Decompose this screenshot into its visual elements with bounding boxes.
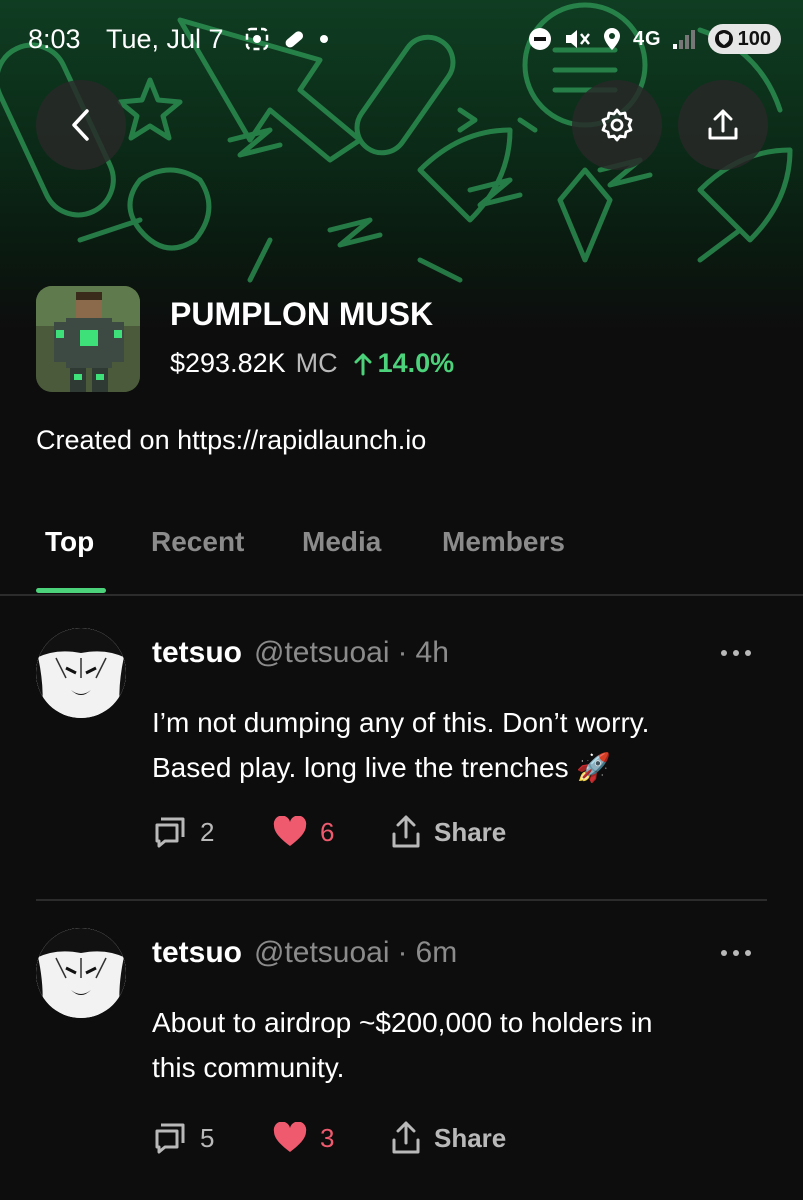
community-name: PUMPLON MUSK	[170, 296, 434, 332]
post-separator: ·	[397, 636, 408, 669]
status-time: 8:03	[28, 24, 81, 54]
post-author-name[interactable]: tetsuo	[152, 936, 242, 970]
share-icon	[392, 815, 420, 848]
share-label: Share	[434, 1122, 507, 1153]
market-cap-label: MC	[295, 348, 338, 378]
reply-count: 5	[200, 1122, 215, 1153]
status-date: Tue, Jul 7	[106, 24, 224, 54]
post-text: About to airdrop ~$200,000 to holders in…	[152, 1000, 752, 1090]
market-cap-value: $293.82K	[170, 348, 286, 378]
post-text: I’m not dumping any of this. Don’t worry…	[152, 700, 752, 790]
post-timestamp: 6m	[415, 936, 458, 969]
author-avatar-image	[36, 928, 126, 1018]
heart-icon	[273, 1122, 307, 1152]
signal-icon	[672, 30, 695, 49]
battery-indicator: 100	[707, 24, 781, 54]
upload-icon	[708, 109, 738, 140]
like-count: 3	[320, 1122, 335, 1153]
comment-icon	[155, 1123, 185, 1154]
like-button[interactable]: 3	[272, 1122, 390, 1154]
active-tab-indicator	[36, 588, 106, 593]
heart-icon	[273, 816, 307, 846]
market-cap-change-value: 14.0%	[377, 348, 455, 378]
chevron-left-icon	[72, 109, 89, 141]
screenshot-icon	[245, 27, 269, 51]
dot-icon	[320, 35, 328, 43]
tab-top[interactable]: Top	[45, 526, 94, 558]
reply-count: 2	[200, 816, 215, 847]
community-stats: $293.82K MC 14.0%	[170, 348, 454, 379]
post[interactable]: tetsuo @tetsuoai · 4h I’m not dumping an…	[0, 600, 803, 900]
post-text-line: Based play. long live the trenches 🚀	[152, 752, 612, 783]
post-author-handle[interactable]: @tetsuoai	[254, 636, 390, 670]
reply-button[interactable]: 2	[152, 814, 272, 850]
post-header: tetsuo @tetsuoai · 4h	[152, 636, 449, 670]
tab-recent[interactable]: Recent	[151, 526, 244, 558]
post-text-line: I’m not dumping any of this. Don’t worry…	[152, 707, 650, 738]
status-bar: 8:03 Tue, Jul 7 4G 100	[0, 0, 803, 78]
battery-shield-icon	[714, 30, 733, 48]
settings-button[interactable]	[572, 80, 662, 170]
post-text-line: this community.	[152, 1052, 345, 1083]
post-actions: 2 6 Share	[152, 814, 506, 850]
status-notification-icons	[244, 26, 330, 52]
mute-icon	[565, 30, 590, 48]
post-timestamp: 4h	[415, 636, 449, 669]
avatar[interactable]	[36, 628, 126, 718]
share-community-button[interactable]	[678, 80, 768, 170]
do-not-disturb-icon	[528, 28, 551, 50]
share-button[interactable]: Share	[390, 1120, 506, 1156]
post-author-handle[interactable]: @tetsuoai	[254, 936, 390, 970]
battery-level: 100	[737, 27, 771, 50]
post-more-button[interactable]	[716, 938, 756, 968]
share-icon	[392, 1121, 420, 1154]
back-button[interactable]	[36, 80, 126, 170]
reply-button[interactable]: 5	[152, 1120, 272, 1156]
post-header: tetsuo @tetsuoai · 6m	[152, 936, 457, 970]
share-label: Share	[434, 816, 507, 847]
community-avatar-image	[36, 286, 140, 392]
status-right-icons: 4G 100	[527, 24, 781, 54]
community-tabs: Top Recent Media Members	[0, 510, 803, 596]
arrow-up-icon	[354, 353, 372, 375]
post-more-button[interactable]	[716, 638, 756, 668]
tab-members[interactable]: Members	[442, 526, 565, 558]
avatar[interactable]	[36, 928, 126, 1018]
more-horizontal-icon	[721, 950, 751, 956]
pill-icon	[285, 31, 304, 48]
community-description: Created on https://rapidlaunch.io	[36, 425, 427, 455]
location-icon	[603, 28, 620, 50]
post-actions: 5 3 Share	[152, 1120, 506, 1156]
market-cap-change: 14.0%	[354, 348, 455, 379]
post-author-name[interactable]: tetsuo	[152, 636, 242, 670]
post[interactable]: tetsuo @tetsuoai · 6m About to airdrop ~…	[0, 900, 803, 1200]
post-text-line: About to airdrop ~$200,000 to holders in	[152, 1007, 653, 1038]
share-button[interactable]: Share	[390, 814, 506, 850]
comment-icon	[155, 817, 185, 848]
author-avatar-image	[36, 628, 126, 718]
like-button[interactable]: 6	[272, 816, 390, 848]
gear-icon	[601, 108, 633, 142]
community-avatar	[36, 286, 140, 392]
network-type: 4G	[632, 27, 662, 50]
tab-media[interactable]: Media	[302, 526, 381, 558]
post-separator: ·	[397, 936, 408, 969]
more-horizontal-icon	[721, 650, 751, 656]
like-count: 6	[320, 816, 335, 847]
